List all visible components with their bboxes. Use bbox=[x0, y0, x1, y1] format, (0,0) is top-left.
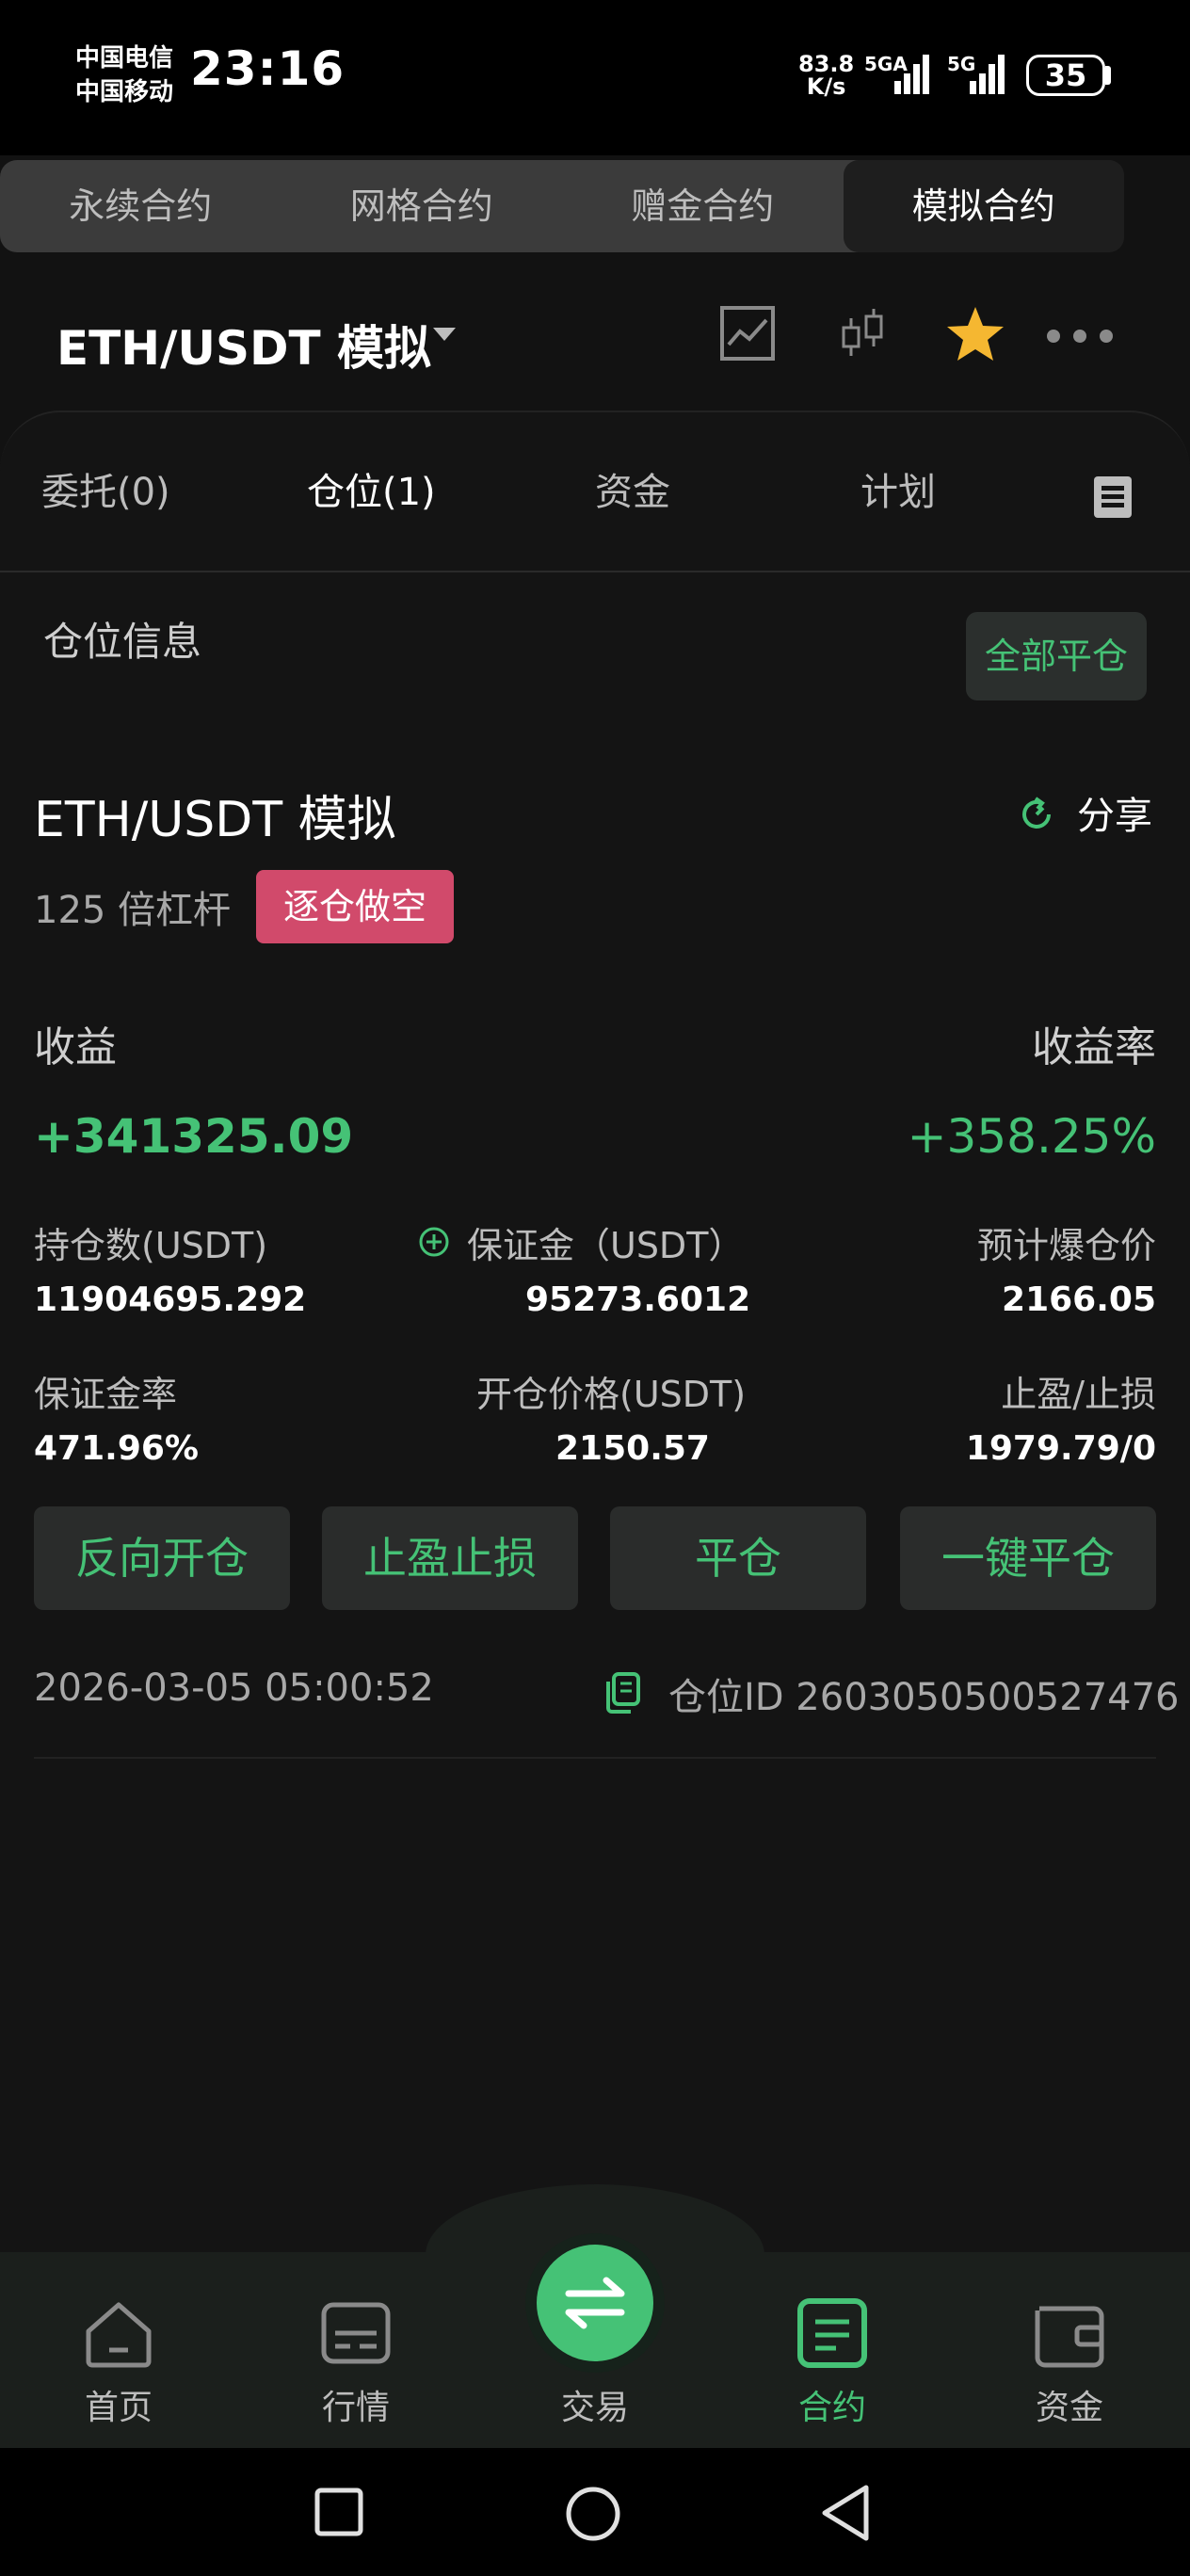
tpsl-label: 止盈/止损 bbox=[1001, 1374, 1156, 1415]
close-position-button[interactable]: 平仓 bbox=[610, 1506, 866, 1610]
one-click-close-button[interactable]: 一键平仓 bbox=[900, 1506, 1156, 1610]
position-symbol: ETH/USDT 模拟 bbox=[34, 792, 396, 848]
tab-orders[interactable]: 委托(0) bbox=[41, 450, 170, 535]
entry-price-value: 2150.57 bbox=[555, 1429, 710, 1468]
recent-apps-icon[interactable] bbox=[314, 2487, 363, 2536]
divider bbox=[0, 571, 1190, 572]
tab-bonus[interactable]: 赠金合约 bbox=[562, 160, 844, 252]
position-id: 仓位ID 2603050500527476 bbox=[668, 1676, 1180, 1719]
leverage-label: 125 倍杠杆 bbox=[34, 889, 232, 932]
size-label: 持仓数(USDT) bbox=[34, 1225, 268, 1266]
size-value: 11904695.292 bbox=[34, 1280, 307, 1319]
list-icon[interactable] bbox=[1094, 476, 1132, 518]
margin-rate-label: 保证金率 bbox=[34, 1374, 178, 1415]
status-bar: 中国电信 中国移动 23:16 83.8 K/s 5GA 5G 35 bbox=[0, 0, 1190, 155]
back-icon[interactable] bbox=[819, 2484, 872, 2542]
wallet-icon[interactable] bbox=[1032, 2297, 1107, 2369]
pnl-rate-label: 收益率 bbox=[1032, 1023, 1156, 1071]
nav-market[interactable]: 行情 bbox=[281, 2380, 431, 2429]
close-all-button[interactable]: 全部平仓 bbox=[966, 612, 1147, 700]
divider bbox=[34, 1757, 1156, 1759]
share-icon[interactable] bbox=[1017, 795, 1056, 834]
pair-header: ETH/USDT 模拟 bbox=[0, 282, 1190, 395]
chevron-down-icon[interactable] bbox=[433, 328, 456, 341]
system-nav-bar bbox=[0, 2448, 1190, 2576]
tab-positions[interactable]: 仓位(1) bbox=[307, 450, 436, 535]
entry-price-label: 开仓价格(USDT) bbox=[476, 1374, 747, 1415]
tab-grid[interactable]: 网格合约 bbox=[281, 160, 563, 252]
pnl-rate-value: +358.25% bbox=[907, 1109, 1156, 1164]
position-panel: 委托(0) 仓位(1) 资金 计划 仓位信息 全部平仓 ETH/USDT 模拟 … bbox=[0, 411, 1190, 2256]
tab-plans[interactable]: 计划 bbox=[860, 450, 936, 535]
carrier-names: 中国电信 中国移动 bbox=[75, 41, 173, 109]
add-margin-icon[interactable] bbox=[418, 1226, 450, 1258]
signal-1-icon bbox=[894, 55, 929, 94]
status-time: 23:16 bbox=[190, 41, 346, 96]
tab-perpetual[interactable]: 永续合约 bbox=[0, 160, 281, 252]
reverse-open-button[interactable]: 反向开仓 bbox=[34, 1506, 290, 1610]
liquidation-value: 2166.05 bbox=[1002, 1280, 1156, 1319]
share-button[interactable]: 分享 bbox=[1077, 785, 1152, 840]
pnl-value: +341325.09 bbox=[34, 1109, 354, 1164]
candlestick-icon[interactable] bbox=[834, 305, 891, 362]
nav-contract[interactable]: 合约 bbox=[757, 2380, 908, 2429]
nav-home[interactable]: 首页 bbox=[43, 2380, 194, 2429]
nav-trade[interactable]: 交易 bbox=[520, 2380, 670, 2429]
position-side-badge: 逐仓做空 bbox=[256, 870, 454, 943]
home-circle-icon[interactable] bbox=[565, 2486, 621, 2542]
carrier-1: 中国电信 bbox=[75, 44, 174, 72]
signal-2-icon bbox=[970, 55, 1005, 94]
pair-selector[interactable]: ETH/USDT 模拟 bbox=[56, 311, 431, 378]
pnl-label: 收益 bbox=[34, 1023, 117, 1071]
margin-value: 95273.6012 bbox=[525, 1280, 751, 1319]
swap-icon[interactable] bbox=[563, 2275, 627, 2331]
tpsl-button[interactable]: 止盈止损 bbox=[322, 1506, 578, 1610]
battery-icon: 35 bbox=[1026, 55, 1105, 96]
chart-icon[interactable] bbox=[719, 305, 776, 362]
tpsl-value: 1979.79/0 bbox=[965, 1429, 1156, 1468]
tab-funds[interactable]: 资金 bbox=[595, 450, 670, 535]
copy-icon[interactable] bbox=[604, 1672, 642, 1714]
star-icon[interactable] bbox=[945, 305, 1005, 363]
home-icon[interactable] bbox=[83, 2297, 154, 2369]
margin-rate-value: 471.96% bbox=[34, 1429, 199, 1468]
carrier-2: 中国移动 bbox=[75, 78, 174, 106]
tab-simulated[interactable]: 模拟合约 bbox=[843, 160, 1124, 252]
liquidation-label: 预计爆仓价 bbox=[976, 1225, 1156, 1266]
network-speed-unit: K/s bbox=[806, 73, 846, 100]
contract-type-tabs: 永续合约 网格合约 赠金合约 模拟合约 bbox=[0, 160, 1124, 252]
sub-tabs: 委托(0) 仓位(1) 资金 计划 bbox=[0, 450, 1190, 535]
margin-label: 保证金（USDT） bbox=[467, 1225, 745, 1266]
market-icon[interactable] bbox=[320, 2297, 392, 2369]
battery-tip bbox=[1105, 66, 1111, 85]
more-icon[interactable] bbox=[1045, 328, 1115, 345]
network-speed-value: 83.8 bbox=[798, 51, 855, 77]
contract-icon[interactable] bbox=[796, 2297, 868, 2369]
network-speed: 83.8 K/s bbox=[798, 53, 854, 98]
nav-assets[interactable]: 资金 bbox=[994, 2380, 1145, 2429]
section-title: 仓位信息 bbox=[43, 619, 202, 665]
open-time: 2026-03-05 05:00:52 bbox=[34, 1666, 434, 1710]
app-screen: 中国电信 中国移动 23:16 83.8 K/s 5GA 5G 35 永续合约 … bbox=[0, 0, 1190, 2576]
